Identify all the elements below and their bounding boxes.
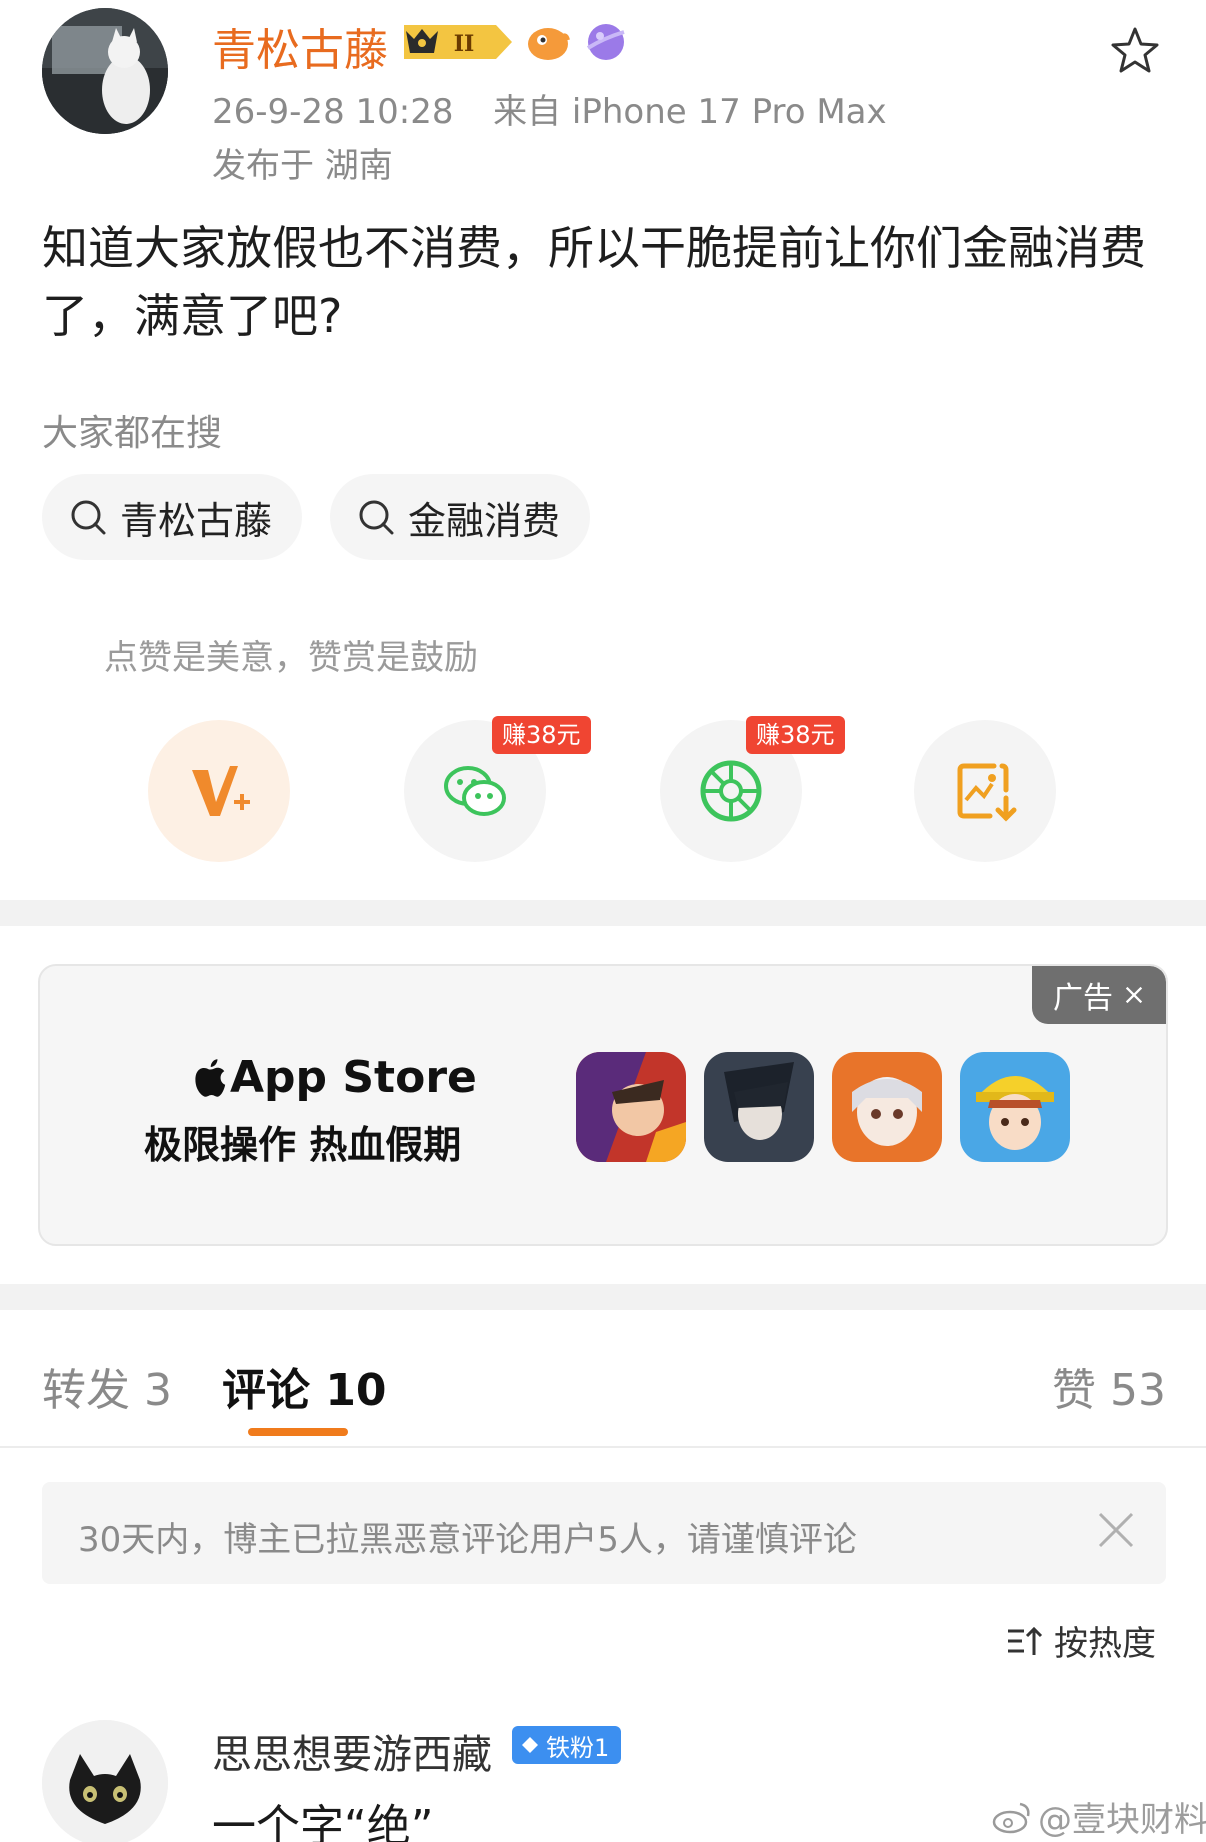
commenter-avatar[interactable] [42, 1720, 168, 1842]
notice-text: 30天内，博主已拉黑恶意评论用户5人，请谨慎评论 [78, 1520, 857, 1560]
fan-badge-label: 铁粉1 [546, 1733, 610, 1762]
v-plus-icon [192, 766, 250, 816]
earn-badge: 赚38元 [492, 716, 591, 754]
tab-repost[interactable]: 转发 3 [42, 1354, 172, 1418]
earn-badge: 赚38元 [746, 716, 845, 754]
weibo-watermark: @壹块财料 [992, 1792, 1206, 1841]
diamond-icon [522, 1737, 538, 1753]
svg-text:II: II [454, 31, 475, 57]
favorite-star-icon[interactable] [1108, 24, 1162, 78]
game-app-icon[interactable] [704, 1052, 814, 1162]
tab-divider [0, 1446, 1206, 1448]
post-meta: 26-9-28 10:28 来自 iPhone 17 Pro Max [212, 84, 887, 133]
post-timestamp: 26-9-28 10:28 [212, 92, 454, 132]
save-image-button[interactable] [914, 720, 1056, 862]
comment-text: 一个字“绝” [212, 1801, 434, 1842]
commenter-name[interactable]: 思思想要游西藏 [212, 1722, 492, 1780]
tab-likes[interactable]: 赞 53 [1052, 1354, 1166, 1418]
author-avatar[interactable] [42, 8, 168, 134]
post-location: 发布于 湖南 [212, 146, 393, 186]
weibo-logo-icon [992, 1802, 1030, 1833]
reward-button[interactable] [148, 720, 290, 862]
sort-label: 按热度 [1054, 1624, 1156, 1664]
planet-badge-icon [586, 24, 625, 60]
author-badges: II [400, 18, 628, 66]
section-divider [0, 1284, 1206, 1310]
sort-icon [1008, 1626, 1043, 1655]
ad-tag[interactable]: 广告 [1032, 966, 1166, 1024]
search-suggest-title: 大家都在搜 [42, 413, 223, 454]
section-divider [0, 900, 1206, 926]
post-source: 来自 iPhone 17 Pro Max [493, 92, 887, 132]
search-chip[interactable]: 青松古藤 [42, 474, 303, 560]
watermark-text: @壹块财料 [1038, 1800, 1206, 1840]
vip-crown-icon: II [404, 25, 512, 59]
fan-badge: 铁粉1 [512, 1726, 622, 1764]
ad-slogan: 极限操作 热血假期 [144, 1123, 462, 1167]
app-store-logo: App Store [192, 1052, 477, 1103]
blocklist-notice: 30天内，博主已拉黑恶意评论用户5人，请谨慎评论 [42, 1482, 1166, 1584]
close-icon[interactable] [1123, 984, 1145, 1006]
apple-icon [195, 1058, 226, 1097]
wechat-icon [444, 766, 506, 816]
game-app-icon[interactable] [960, 1052, 1070, 1162]
search-chip-label: 金融消费 [408, 498, 561, 543]
search-chip[interactable]: 金融消费 [330, 474, 591, 560]
search-icon [71, 500, 106, 535]
search-icon [359, 500, 394, 535]
sort-by-hot-button[interactable]: 按热度 [1004, 1616, 1156, 1665]
app-store-text: App Store [230, 1052, 477, 1103]
ad-tag-label: 广告 [1053, 981, 1113, 1016]
post-body: 知道大家放假也不消费，所以干脆提前让你们金融消费了，满意了吧? [42, 221, 1146, 343]
active-tab-indicator [248, 1428, 348, 1436]
author-name[interactable]: 青松古藤 [212, 14, 388, 78]
save-image-icon [957, 763, 1017, 822]
game-app-icon[interactable] [832, 1052, 942, 1162]
fish-badge-icon [528, 28, 570, 60]
ad-card[interactable]: 广告 App Store 极限操作 热血假期 [38, 964, 1168, 1246]
tab-comments[interactable]: 评论 10 [222, 1354, 387, 1418]
search-chip-label: 青松古藤 [120, 498, 273, 543]
moments-shutter-icon [700, 760, 762, 822]
game-app-icon[interactable] [576, 1052, 686, 1162]
close-icon[interactable] [1092, 1506, 1140, 1554]
reward-tip: 点赞是美意，赞赏是鼓励 [104, 638, 478, 678]
